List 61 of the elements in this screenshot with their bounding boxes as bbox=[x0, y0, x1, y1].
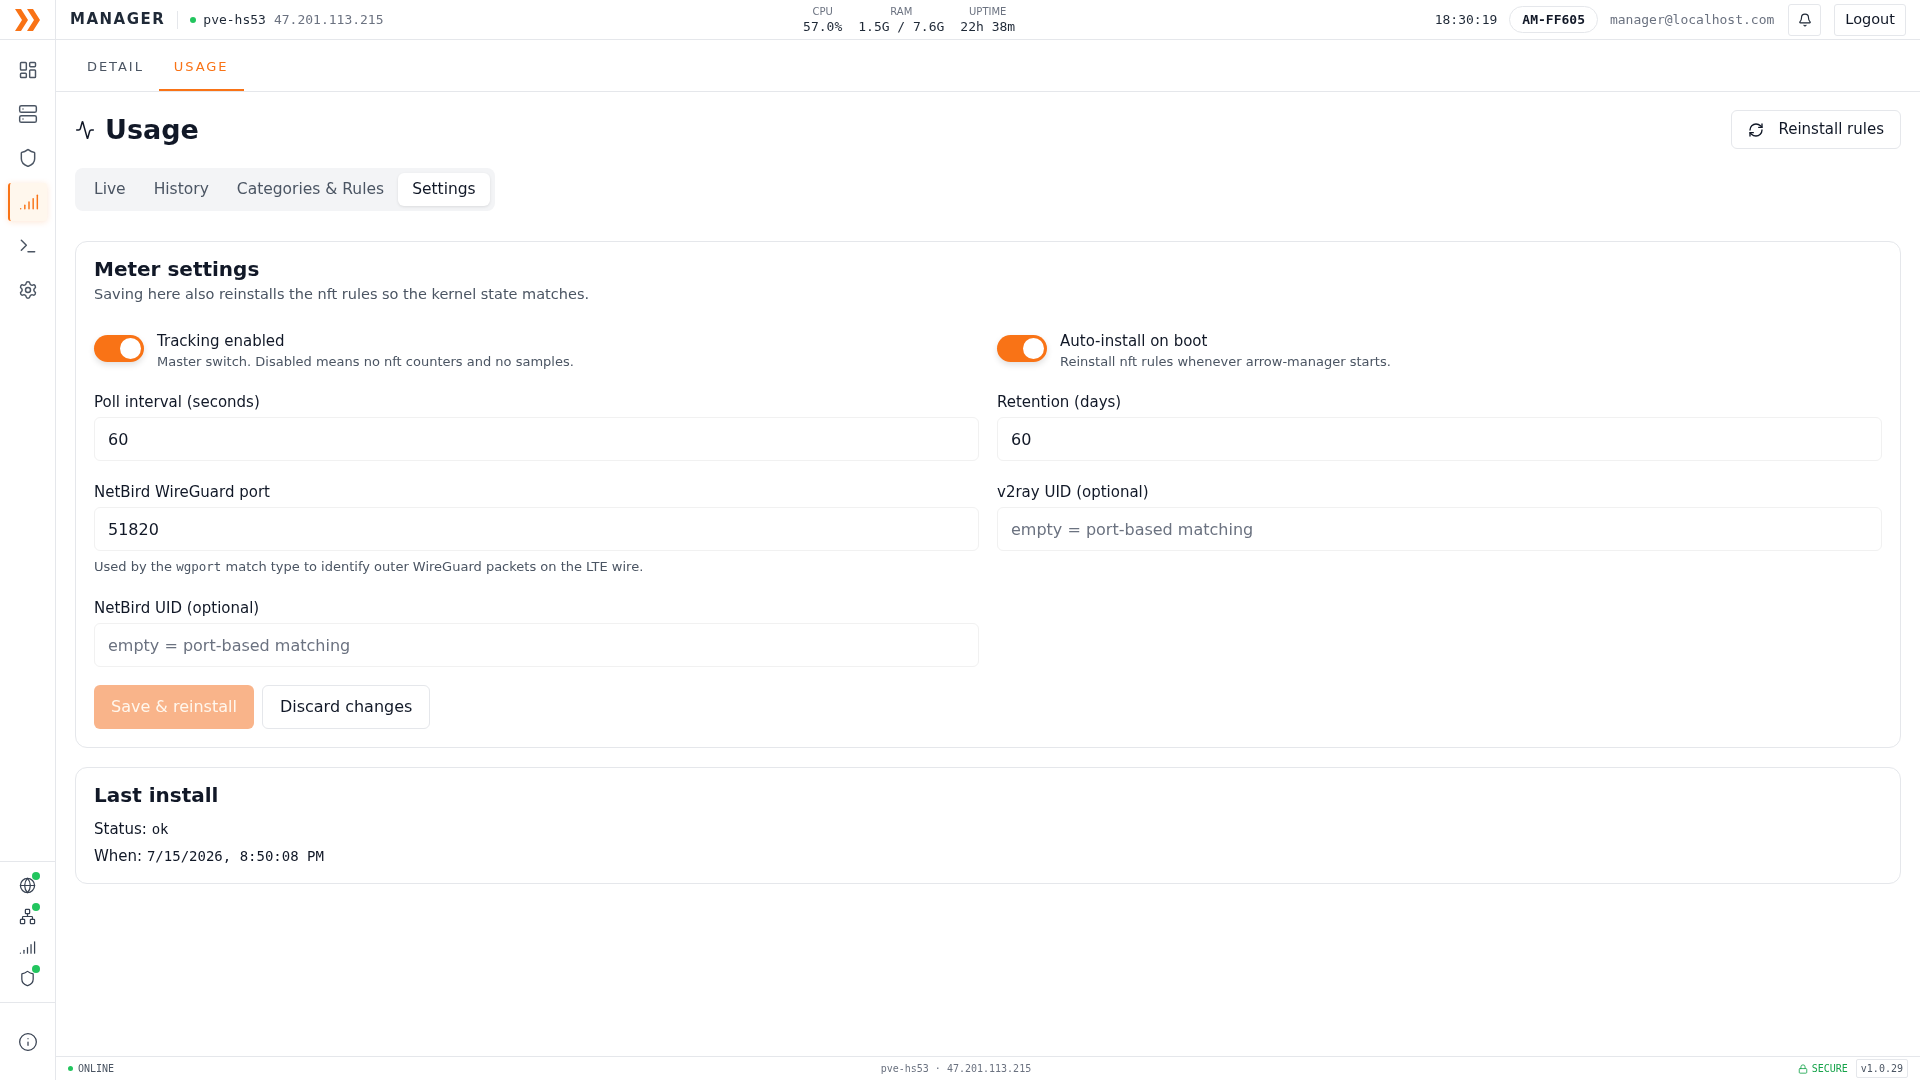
field-label: v2ray UID (optional) bbox=[997, 482, 1150, 503]
view-tab[interactable]: Categories & Rules bbox=[222, 173, 399, 206]
stat-value: 22h 38m bbox=[960, 19, 1016, 33]
input-field[interactable]: 60 bbox=[997, 417, 1882, 462]
card-description: Saving here also reinstalls the nft rules so the kernel state matches. bbox=[94, 285, 591, 304]
page-title: Usage bbox=[105, 112, 199, 147]
info-icon bbox=[17, 1031, 38, 1052]
input-field[interactable]: empty = port-based matching bbox=[997, 507, 1882, 552]
signal-bars-icon bbox=[18, 192, 39, 212]
field-label: NetBird WireGuard port bbox=[94, 482, 271, 503]
field-label: Retention (days) bbox=[997, 392, 1123, 413]
stat-value: 1.5G / 7.6G bbox=[858, 19, 945, 33]
network-icon bbox=[19, 908, 36, 925]
input-field[interactable]: 60 bbox=[94, 417, 979, 462]
toggle-switch[interactable] bbox=[997, 334, 1047, 362]
view-tab[interactable]: Settings bbox=[398, 173, 490, 206]
toggle-label: Tracking enabled bbox=[157, 330, 286, 351]
host-name: pve-hs53 bbox=[203, 10, 266, 29]
card-title: Meter settings bbox=[94, 256, 261, 282]
input-field[interactable]: 51820 bbox=[94, 507, 979, 552]
install-detail: Status: ok bbox=[94, 819, 170, 840]
card-title: Last install bbox=[94, 782, 220, 808]
shield-icon bbox=[19, 970, 36, 987]
page-tab[interactable]: DETAIL bbox=[72, 44, 159, 91]
bell-icon bbox=[1797, 12, 1812, 27]
toggle-description: Master switch. Disabled means no nft counters and no samples. bbox=[157, 352, 574, 371]
toggle-switch[interactable] bbox=[94, 334, 144, 362]
stat-label: CPU bbox=[812, 6, 833, 17]
field-label: NetBird UID (optional) bbox=[94, 598, 261, 618]
field-label: Poll interval (seconds) bbox=[94, 392, 261, 413]
notifications-button[interactable] bbox=[1788, 3, 1822, 36]
logo-icon bbox=[15, 8, 40, 31]
toggle-description: Reinstall nft rules whenever arrow-manager starts. bbox=[1060, 352, 1391, 371]
reinstall-button[interactable]: Reinstall rules bbox=[1731, 110, 1901, 149]
signal-bars-icon bbox=[19, 939, 36, 956]
refresh-icon bbox=[1748, 121, 1765, 138]
activity-icon bbox=[75, 119, 95, 140]
stat-label: UPTIME bbox=[969, 6, 1007, 17]
lock-icon bbox=[1797, 1063, 1808, 1074]
connection-status: ONLINE bbox=[78, 1062, 115, 1076]
logout-button[interactable]: Logout bbox=[1834, 3, 1906, 36]
version-badge: v1.0.29 bbox=[1855, 1059, 1908, 1078]
toggle-label: Auto-install on boot bbox=[1060, 330, 1209, 351]
stat-value: 57.0% bbox=[803, 19, 843, 33]
app-name: MANAGER bbox=[70, 9, 166, 31]
install-detail: When: 7/15/2026, 8:50:08 PM bbox=[94, 846, 325, 867]
user-email: manager@localhost.com bbox=[1609, 10, 1775, 29]
stat-label: RAM bbox=[890, 6, 913, 17]
host-info: pve-hs53 · 47.201.113.215 bbox=[880, 1062, 1032, 1076]
discard-button[interactable]: Discard changes bbox=[261, 685, 431, 729]
gear-icon bbox=[17, 280, 38, 300]
server-icon bbox=[17, 104, 38, 124]
host-ip: 47.201.113.215 bbox=[273, 10, 384, 29]
dashboard-icon bbox=[17, 60, 38, 80]
clock: 18:30:19 bbox=[1434, 10, 1498, 29]
input-field[interactable]: empty = port-based matching bbox=[94, 623, 979, 667]
security-status: SECURE bbox=[1811, 1062, 1848, 1076]
globe-icon bbox=[19, 877, 36, 894]
view-tab[interactable]: Live bbox=[80, 173, 140, 206]
view-tab[interactable]: History bbox=[139, 173, 223, 206]
help-text: Used by the wgport match type to identify outer WireGuard packets on the LTE wire. bbox=[94, 558, 645, 577]
